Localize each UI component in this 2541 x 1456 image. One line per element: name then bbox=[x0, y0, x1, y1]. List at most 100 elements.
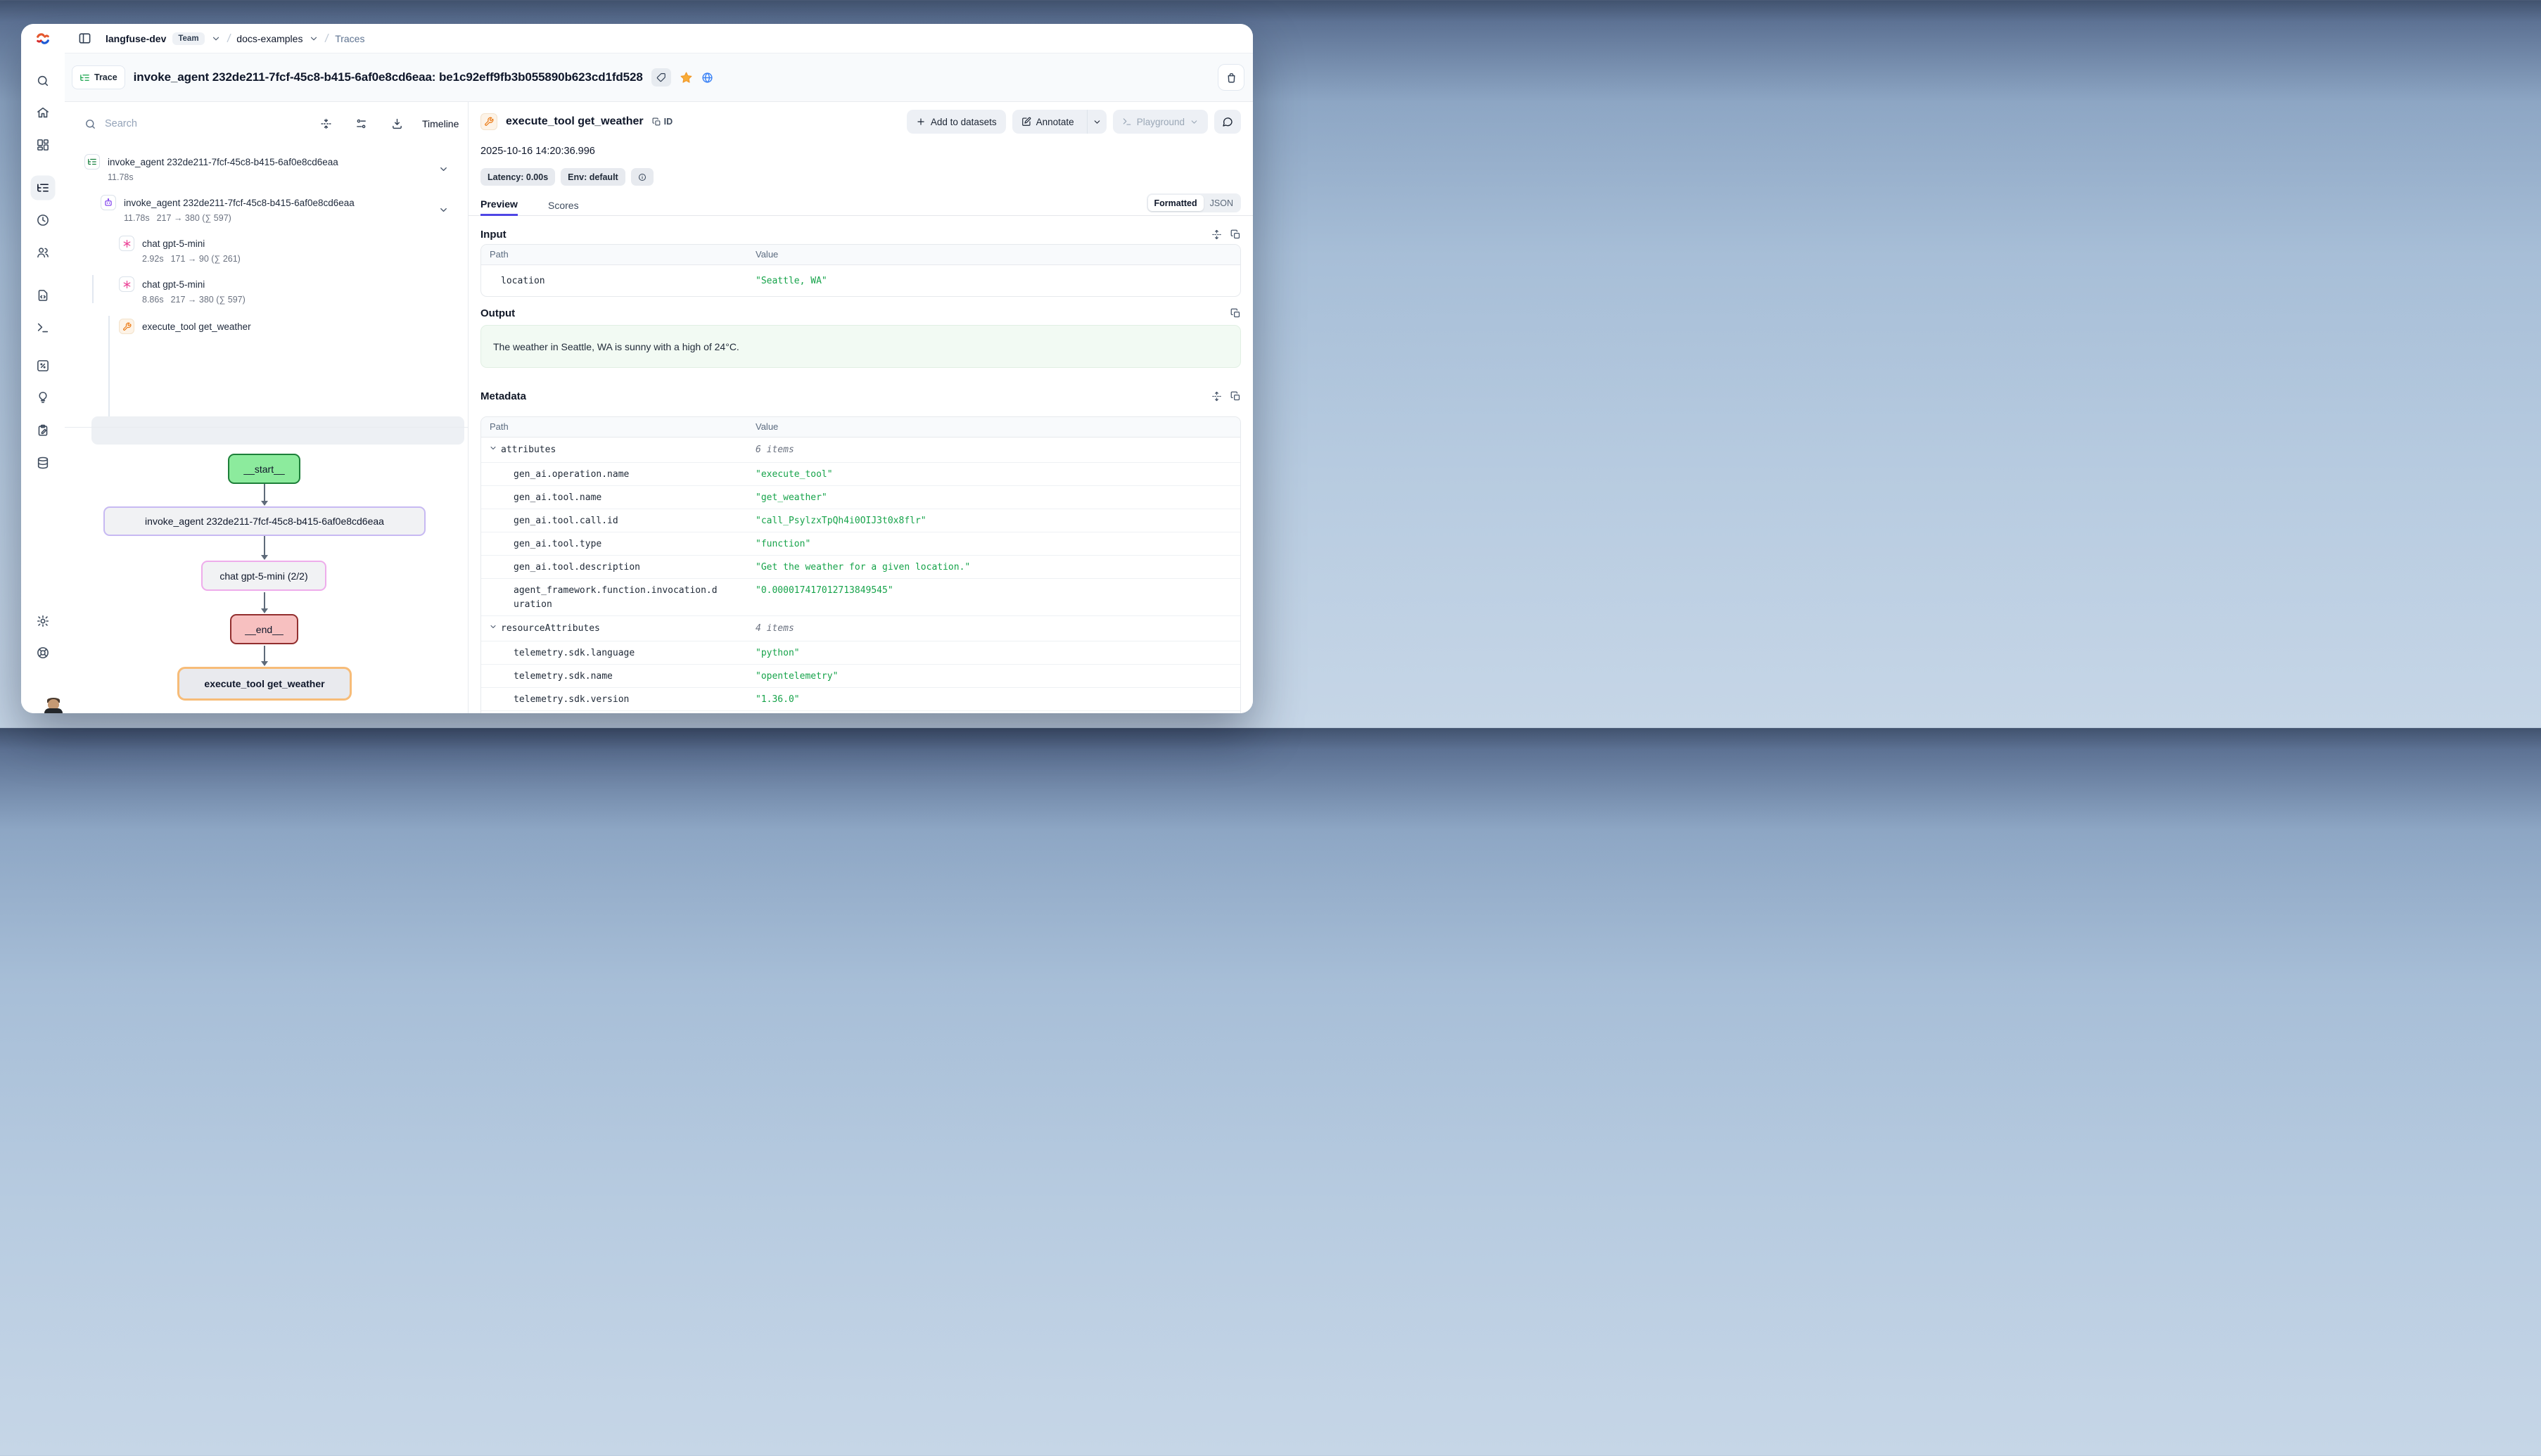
graph-edge bbox=[264, 484, 265, 505]
add-to-datasets-button[interactable]: Add to datasets bbox=[907, 110, 1006, 134]
format-formatted-option[interactable]: Formatted bbox=[1148, 195, 1204, 211]
metadata-row[interactable]: gen_ai.tool.description "Get the weather… bbox=[481, 556, 1240, 579]
org-plan-badge: Team bbox=[172, 32, 204, 45]
output-box: The weather in Seattle, WA is sunny with… bbox=[480, 325, 1241, 368]
tab-scores[interactable]: Scores bbox=[548, 194, 579, 216]
playground-terminal-icon[interactable] bbox=[37, 321, 50, 335]
chevron-down-icon[interactable] bbox=[489, 622, 497, 631]
latency-badge: Latency: 0.00s bbox=[480, 168, 555, 186]
chevron-down-icon[interactable] bbox=[438, 205, 449, 215]
metadata-row[interactable]: telemetry.sdk.version "1.36.0" bbox=[481, 688, 1240, 711]
home-icon[interactable] bbox=[37, 106, 50, 120]
info-icon[interactable] bbox=[631, 168, 654, 186]
plus-icon bbox=[916, 117, 926, 127]
sessions-clock-icon[interactable] bbox=[37, 214, 50, 227]
detail-tabs: Preview Scores Formatted JSON bbox=[469, 194, 1253, 216]
settings-gear-icon[interactable] bbox=[37, 615, 50, 628]
column-header-path: Path bbox=[490, 421, 509, 432]
chevron-down-icon bbox=[1190, 117, 1199, 127]
observation-title: execute_tool get_weather bbox=[506, 115, 644, 128]
annotate-dropdown-chevron[interactable] bbox=[1087, 110, 1107, 134]
tree-selected-row-highlight bbox=[91, 416, 464, 445]
download-icon[interactable] bbox=[391, 118, 403, 130]
app-window: langfuse-dev Team / docs-examples / Trac… bbox=[21, 24, 1253, 713]
chevron-down-icon[interactable] bbox=[489, 444, 497, 452]
metadata-row-clipped[interactable] bbox=[481, 711, 1240, 713]
graph-edge bbox=[264, 536, 265, 559]
org-name[interactable]: langfuse-dev bbox=[106, 33, 166, 44]
breadcrumb-separator: / bbox=[226, 31, 231, 45]
project-name[interactable]: docs-examples bbox=[236, 33, 302, 44]
copy-icon[interactable] bbox=[1230, 308, 1241, 319]
chevron-down-icon[interactable] bbox=[438, 164, 449, 174]
globe-public-icon[interactable] bbox=[701, 72, 713, 84]
trace-type-badge[interactable]: Trace bbox=[72, 65, 125, 89]
comments-button[interactable] bbox=[1214, 110, 1241, 134]
graph-node-end[interactable]: __end__ bbox=[230, 614, 298, 644]
sidebar-toggle-icon[interactable] bbox=[78, 32, 91, 45]
output-text: The weather in Seattle, WA is sunny with… bbox=[493, 341, 739, 352]
column-header-path: Path bbox=[490, 249, 509, 260]
metadata-row[interactable]: agent_framework.function.invocation.dura… bbox=[481, 579, 1240, 616]
display-settings-icon[interactable] bbox=[355, 118, 367, 130]
graph-node-tool-selected[interactable]: execute_tool get_weather bbox=[177, 667, 352, 701]
expand-section-icon[interactable] bbox=[1211, 229, 1222, 240]
column-header-value: Value bbox=[756, 421, 778, 432]
wrench-tool-icon bbox=[480, 113, 497, 130]
pen-icon bbox=[1021, 117, 1031, 127]
tree-toolbar: Timeline bbox=[65, 102, 468, 146]
suggestions-lightbulb-icon[interactable] bbox=[37, 391, 50, 404]
fold-all-icon[interactable] bbox=[320, 118, 332, 130]
env-badge: Env: default bbox=[561, 168, 625, 186]
annotation-queues-icon[interactable] bbox=[37, 424, 50, 438]
nav-rail bbox=[21, 53, 65, 713]
metadata-row[interactable]: telemetry.sdk.language "python" bbox=[481, 641, 1240, 665]
copy-id-button[interactable]: ID bbox=[652, 117, 673, 127]
delete-trace-button[interactable] bbox=[1218, 64, 1244, 91]
metadata-group-row[interactable]: resourceAttributes 4 items bbox=[481, 616, 1240, 641]
dashboard-icon[interactable] bbox=[37, 139, 50, 152]
metadata-row[interactable]: gen_ai.tool.call.id "call_PsylzxTpQh4i0O… bbox=[481, 509, 1240, 532]
format-json-option[interactable]: JSON bbox=[1204, 198, 1240, 208]
support-lifebuoy-icon[interactable] bbox=[37, 646, 50, 660]
input-section-heading: Input bbox=[480, 229, 507, 241]
annotate-button[interactable]: Annotate bbox=[1012, 110, 1107, 134]
playground-button[interactable]: Playground bbox=[1113, 110, 1208, 134]
timeline-toggle[interactable]: Timeline bbox=[422, 118, 459, 129]
users-icon[interactable] bbox=[37, 246, 50, 260]
datasets-database-icon[interactable] bbox=[37, 456, 50, 470]
graph-divider bbox=[65, 427, 468, 428]
chevron-down-icon[interactable] bbox=[309, 34, 319, 44]
graph-node-chat[interactable]: chat gpt-5-mini (2/2) bbox=[201, 561, 326, 591]
metadata-row[interactable]: gen_ai.tool.type "function" bbox=[481, 532, 1240, 556]
trace-tree-panel: Timeline invoke_agent 232de211-7fcf-45c8… bbox=[65, 102, 469, 713]
breadcrumb: langfuse-dev Team / docs-examples / Trac… bbox=[106, 32, 364, 46]
copy-icon[interactable] bbox=[1230, 391, 1241, 402]
graph-node-agent[interactable]: invoke_agent 232de211-7fcf-45c8-b415-6af… bbox=[103, 506, 426, 536]
metadata-group-row[interactable]: attributes 6 items bbox=[481, 438, 1240, 463]
star-bookmark-icon[interactable] bbox=[680, 71, 693, 84]
trace-tree-icon bbox=[79, 72, 90, 83]
chevron-down-icon[interactable] bbox=[211, 34, 221, 44]
input-table: Path Value location "Seattle, WA" bbox=[480, 244, 1241, 297]
graph-edge bbox=[264, 592, 265, 613]
input-row[interactable]: location "Seattle, WA" bbox=[481, 265, 1240, 297]
evaluation-icon[interactable] bbox=[37, 359, 50, 373]
metadata-row[interactable]: telemetry.sdk.name "opentelemetry" bbox=[481, 665, 1240, 688]
trace-badge-label: Trace bbox=[94, 72, 117, 82]
langfuse-logo bbox=[21, 31, 65, 46]
copy-icon[interactable] bbox=[1230, 229, 1241, 240]
breadcrumb-traces-link[interactable]: Traces bbox=[335, 33, 364, 44]
tab-preview[interactable]: Preview bbox=[480, 194, 518, 216]
output-section-heading: Output bbox=[480, 307, 515, 319]
tag-icon[interactable] bbox=[651, 68, 671, 87]
prompts-file-code-icon[interactable] bbox=[37, 289, 50, 302]
metadata-row[interactable]: gen_ai.operation.name "execute_tool" bbox=[481, 463, 1240, 486]
tree-search-input[interactable] bbox=[105, 118, 210, 129]
tracing-icon[interactable] bbox=[31, 176, 56, 200]
search-icon[interactable] bbox=[37, 75, 50, 88]
graph-node-start[interactable]: __start__ bbox=[228, 454, 300, 484]
metadata-row[interactable]: gen_ai.tool.name "get_weather" bbox=[481, 486, 1240, 509]
expand-section-icon[interactable] bbox=[1211, 391, 1222, 402]
observation-detail-panel: execute_tool get_weather ID Add to datas… bbox=[469, 102, 1253, 713]
